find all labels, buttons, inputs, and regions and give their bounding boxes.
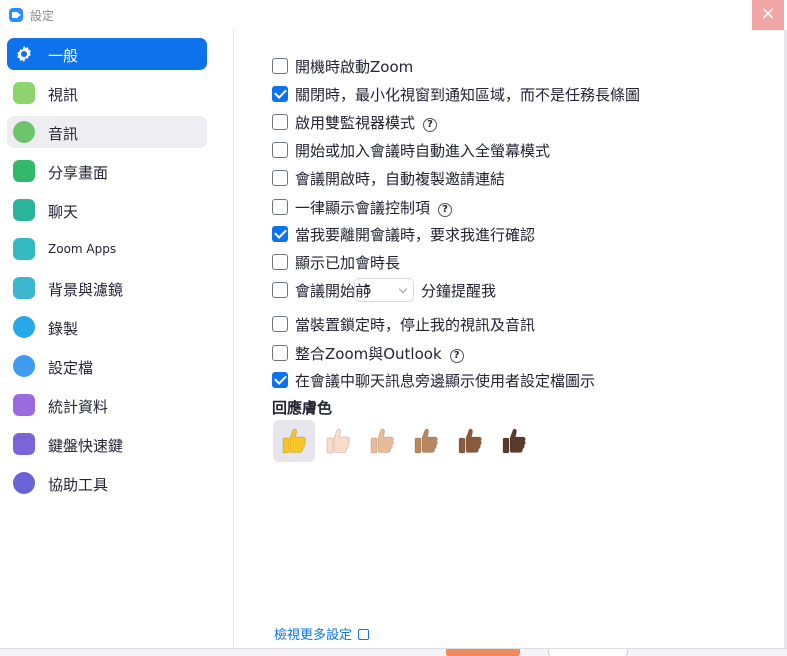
option-text: 整合Zoom與Outlook bbox=[295, 345, 442, 363]
chevron-down-icon bbox=[398, 284, 408, 294]
option-checkbox[interactable] bbox=[272, 372, 288, 388]
option-label: 會議開啟時，自動複製邀請連結 bbox=[295, 168, 505, 189]
sidebar-item-label: 設定檔 bbox=[48, 359, 94, 377]
general-settings-panel: 回應膚色 檢視更多設定 開機時啟動Zoom 關閉時，最小化視窗到通知區域，而不是任… bbox=[235, 30, 784, 648]
option-text: 啟用雙監視器模式 bbox=[295, 114, 416, 132]
thumbs-up-medium-light-icon[interactable] bbox=[361, 420, 403, 462]
sidebar-item-8[interactable]: 設定檔 bbox=[7, 350, 207, 382]
help-icon[interactable]: ? bbox=[438, 203, 453, 217]
option-suffix: 分鐘提醒我 bbox=[421, 282, 497, 300]
reminder-minutes-value: 5 bbox=[364, 283, 372, 297]
view-more-settings-link[interactable]: 檢視更多設定 bbox=[274, 624, 370, 643]
option-text: 關閉時，最小化視窗到通知區域，而不是任務長條圖 bbox=[295, 86, 641, 104]
accessibility-icon bbox=[13, 472, 35, 494]
close-button[interactable]: × bbox=[752, 0, 784, 30]
option-label: 當裝置鎖定時，停止我的視訊及音訊 bbox=[295, 314, 535, 335]
option-checkbox[interactable] bbox=[272, 199, 288, 215]
option-checkbox[interactable] bbox=[272, 345, 288, 361]
sidebar-item-label: 統計資料 bbox=[48, 398, 109, 416]
sidebar-item-6[interactable]: 背景與濾鏡 bbox=[7, 272, 207, 304]
gear-icon bbox=[17, 46, 31, 62]
option-checkbox[interactable] bbox=[272, 170, 288, 186]
help-icon[interactable]: ? bbox=[449, 349, 464, 363]
sidebar-item-label: 一般 bbox=[48, 47, 79, 65]
sidebar-item-label: 協助工具 bbox=[48, 476, 109, 494]
background-orange-button bbox=[446, 649, 520, 656]
external-link-icon bbox=[358, 629, 370, 640]
option-checkbox[interactable] bbox=[272, 58, 288, 74]
option-label: 顯示已加會時長 bbox=[295, 252, 400, 273]
option-label: 開機時啟動Zoom bbox=[295, 56, 413, 77]
background-window-strip bbox=[0, 648, 787, 656]
option-label: 一律顯示會議控制項? bbox=[295, 197, 453, 218]
option-label: 整合Zoom與Outlook? bbox=[295, 343, 464, 364]
headphones-icon bbox=[13, 121, 35, 143]
zoom-logo-icon bbox=[9, 8, 23, 22]
statistics-icon bbox=[13, 394, 35, 416]
sidebar-item-0[interactable]: 一般 bbox=[7, 38, 207, 70]
thumbs-up-medium-dark-icon[interactable] bbox=[449, 420, 491, 462]
sidebar-item-7[interactable]: 錄製 bbox=[7, 311, 207, 343]
keyboard-icon bbox=[13, 433, 35, 455]
option-checkbox[interactable] bbox=[272, 254, 288, 270]
profile-icon bbox=[13, 355, 35, 377]
option-text: 當我要離開會議時，要求我進行確認 bbox=[295, 226, 536, 244]
sidebar-item-label: 背景與濾鏡 bbox=[48, 281, 124, 299]
option-text: 當裝置鎖定時，停止我的視訊及音訊 bbox=[295, 316, 536, 334]
sidebar-item-label: 聊天 bbox=[48, 203, 79, 221]
option-label: 當我要離開會議時，要求我進行確認 bbox=[295, 224, 535, 245]
option-checkbox[interactable] bbox=[272, 114, 288, 130]
option-text: 開始或加入會議時自動進入全螢幕模式 bbox=[295, 142, 551, 160]
option-checkbox[interactable] bbox=[272, 142, 288, 158]
option-text: 在會議中聊天訊息旁邊顯示使用者設定檔圖示 bbox=[295, 372, 596, 390]
sidebar-item-2[interactable]: 音訊 bbox=[7, 116, 207, 148]
option-checkbox[interactable] bbox=[272, 282, 288, 298]
thumbs-up-medium-icon[interactable] bbox=[405, 420, 447, 462]
share-screen-icon bbox=[13, 160, 35, 182]
option-checkbox[interactable] bbox=[272, 316, 288, 332]
reminder-minutes-select[interactable]: 5 bbox=[354, 278, 414, 302]
sidebar-item-10[interactable]: 鍵盤快速鍵 bbox=[7, 428, 207, 460]
option-checkbox[interactable] bbox=[272, 226, 288, 242]
sidebar-item-label: Zoom Apps bbox=[48, 242, 117, 256]
thumbs-up-dark-icon[interactable] bbox=[493, 420, 535, 462]
option-text: 開機時啟動Zoom bbox=[295, 58, 414, 76]
window-title: 設定 bbox=[30, 9, 55, 23]
apps-icon bbox=[13, 238, 35, 260]
sidebar-item-11[interactable]: 協助工具 bbox=[7, 467, 207, 499]
option-checkbox[interactable] bbox=[272, 86, 288, 102]
reaction-skin-tone-title: 回應膚色 bbox=[272, 399, 333, 417]
option-label: 開始或加入會議時自動進入全螢幕模式 bbox=[295, 140, 550, 161]
help-icon[interactable]: ? bbox=[423, 118, 438, 132]
sidebar-item-label: 音訊 bbox=[48, 125, 79, 143]
title-bar: 設定 × bbox=[0, 0, 787, 30]
record-icon bbox=[13, 316, 35, 338]
thumbs-up-light-icon[interactable] bbox=[317, 420, 359, 462]
sidebar-item-4[interactable]: 聊天 bbox=[7, 194, 207, 226]
option-label: 在會議中聊天訊息旁邊顯示使用者設定檔圖示 bbox=[295, 370, 595, 391]
sidebar-item-1[interactable]: 視訊 bbox=[7, 77, 207, 109]
option-text: 顯示已加會時長 bbox=[295, 254, 401, 272]
option-label: 關閉時，最小化視窗到通知區域，而不是任務長條圖 bbox=[295, 84, 640, 105]
sidebar-item-label: 鍵盤快速鍵 bbox=[48, 437, 124, 455]
option-label: 啟用雙監視器模式? bbox=[295, 112, 438, 133]
sidebar-item-3[interactable]: 分享畫面 bbox=[7, 155, 207, 187]
thumbs-up-default-icon[interactable] bbox=[273, 420, 315, 462]
sidebar-item-label: 錄製 bbox=[48, 320, 79, 338]
sidebar-item-label: 視訊 bbox=[48, 86, 79, 104]
chat-bubble-icon bbox=[13, 199, 35, 221]
settings-sidebar: 一般視訊音訊分享畫面聊天 Zoom Apps 背景與濾鏡錄製設定檔統計資料鍵盤快速鍵… bbox=[0, 30, 234, 648]
sidebar-item-5[interactable]: Zoom Apps bbox=[7, 233, 207, 265]
sidebar-item-9[interactable]: 統計資料 bbox=[7, 389, 207, 421]
view-more-settings-label: 檢視更多設定 bbox=[274, 628, 353, 643]
video-camera-icon bbox=[13, 82, 35, 104]
option-text: 會議開啟時，自動複製邀請連結 bbox=[295, 170, 506, 188]
option-text: 一律顯示會議控制項 bbox=[295, 199, 431, 217]
background-grey-button bbox=[548, 649, 628, 656]
background-icon bbox=[13, 277, 35, 299]
sidebar-item-label: 分享畫面 bbox=[48, 164, 109, 182]
